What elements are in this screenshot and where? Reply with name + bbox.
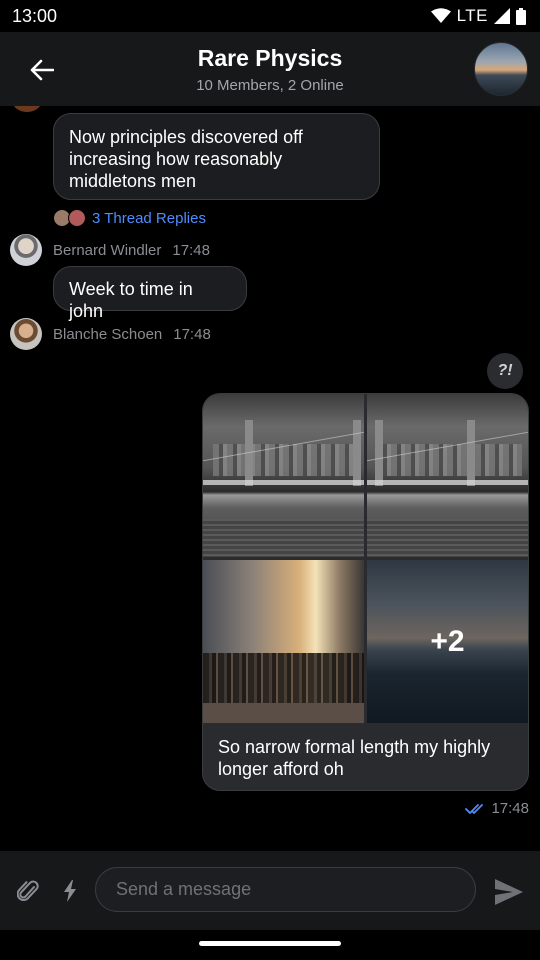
avatar[interactable] bbox=[10, 234, 42, 266]
channel-header: Rare Physics 10 Members, 2 Online bbox=[0, 32, 540, 106]
author-name: Bernard Windler bbox=[53, 241, 162, 259]
status-bar: 13:00 LTE bbox=[0, 0, 540, 32]
message-status: 17:48 bbox=[465, 800, 529, 817]
status-icons: LTE bbox=[430, 6, 526, 26]
message-input-container bbox=[95, 867, 476, 912]
avatar[interactable] bbox=[10, 318, 42, 350]
channel-title: Rare Physics bbox=[197, 45, 343, 71]
channel-member-count: 10 Members, 2 Online bbox=[196, 77, 344, 94]
send-icon bbox=[495, 879, 523, 905]
paperclip-icon bbox=[17, 880, 39, 901]
thread-replies-link[interactable]: 3 Thread Replies bbox=[53, 208, 206, 228]
more-images-count: +2 bbox=[430, 624, 465, 658]
thread-replies-label: 3 Thread Replies bbox=[92, 209, 206, 227]
message-meta: Bernard Windler 17:48 bbox=[10, 234, 210, 266]
message-input[interactable] bbox=[96, 868, 475, 911]
send-button[interactable] bbox=[494, 877, 524, 907]
attachment-button[interactable] bbox=[14, 877, 42, 905]
message-bubble[interactable]: Week to time in john bbox=[53, 266, 247, 321]
home-handle[interactable] bbox=[199, 941, 341, 946]
thread-participant-avatar bbox=[68, 209, 86, 227]
lightning-icon bbox=[64, 880, 76, 902]
battery-icon bbox=[516, 7, 526, 25]
status-time: 13:00 bbox=[12, 5, 58, 26]
message-bubble[interactable]: Now principles discovered off increasing… bbox=[53, 113, 380, 200]
message-time: 17:48 bbox=[491, 800, 529, 817]
author-name: Blanche Schoen bbox=[53, 325, 163, 343]
message-time: 17:48 bbox=[172, 241, 210, 259]
message-caption: So narrow formal length my highly longer… bbox=[218, 737, 491, 779]
message-composer bbox=[0, 851, 540, 930]
commands-button[interactable] bbox=[58, 877, 82, 905]
gallery-image[interactable] bbox=[203, 394, 364, 557]
message-list[interactable]: Now principles discovered off increasing… bbox=[0, 106, 540, 851]
message-text: Now principles discovered off increasing… bbox=[69, 127, 303, 191]
gallery-image[interactable] bbox=[203, 560, 364, 723]
network-label: LTE bbox=[456, 6, 488, 25]
wifi-icon bbox=[430, 8, 451, 23]
message-meta: Blanche Schoen 17:48 bbox=[10, 318, 211, 350]
system-navigation-bar bbox=[0, 930, 540, 960]
signal-icon bbox=[494, 8, 510, 24]
channel-avatar[interactable] bbox=[474, 42, 528, 96]
message-time: 17:48 bbox=[173, 325, 211, 343]
message-text: Week to time in john bbox=[69, 279, 193, 321]
avatar bbox=[12, 106, 42, 112]
gallery-image[interactable] bbox=[367, 394, 528, 557]
reaction-button[interactable]: ?! bbox=[487, 353, 523, 389]
media-message-bubble[interactable]: +2 So narrow formal length my highly lon… bbox=[202, 393, 529, 791]
gallery-image-more[interactable]: +2 bbox=[367, 560, 528, 723]
double-check-icon bbox=[465, 803, 484, 814]
